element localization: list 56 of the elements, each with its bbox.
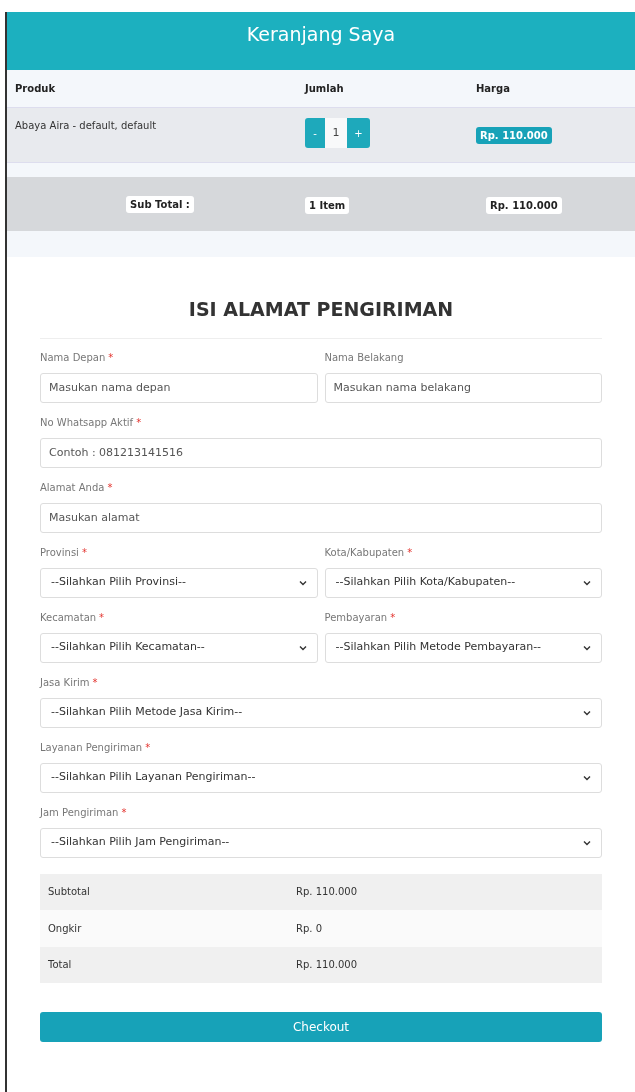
select-field[interactable]: --Silahkan Pilih Metode Jasa Kirim-- [40, 697, 602, 728]
quantity-field[interactable]: 1 [325, 118, 347, 148]
select-field[interactable]: --Silahkan Pilih Provinsi-- [40, 567, 318, 598]
text-field[interactable]: Masukan nama belakang [324, 372, 602, 403]
required-mark: * [92, 676, 98, 690]
required-mark: * [99, 611, 105, 625]
subtotal-amount: Rp. 110.000 [486, 197, 562, 214]
select-field[interactable]: --Silahkan Pilih Jam Pengiriman-- [40, 827, 602, 858]
summary-value: Rp. 0 [296, 921, 322, 936]
select-field[interactable]: --Silahkan Pilih Metode Pembayaran-- [324, 632, 602, 663]
required-mark: * [121, 806, 127, 820]
select-field[interactable]: --Silahkan Pilih Layanan Pengiriman-- [40, 762, 602, 793]
field-label: Jam Pengiriman [40, 806, 119, 820]
chevron-down-icon [583, 774, 591, 781]
summary-label: Ongkir [48, 921, 82, 936]
chevron-down-icon [298, 644, 307, 651]
column-header: Produk [15, 82, 56, 96]
text-field[interactable]: Masukan nama depan [40, 372, 318, 403]
chevron-down-icon [583, 839, 591, 846]
required-mark: * [390, 611, 396, 625]
field-label: Kecamatan [40, 611, 97, 625]
product-name: Abaya Aira - default, default [15, 119, 157, 133]
chevron-down-icon [298, 579, 307, 586]
summary-value: Rp. 110.000 [296, 958, 357, 973]
field-label: Pembayaran [324, 611, 388, 625]
column-header: Harga [476, 82, 510, 96]
column-header: Jumlah [305, 82, 344, 96]
required-mark: * [407, 546, 413, 560]
select-field[interactable]: --Silahkan Pilih Kota/Kabupaten-- [324, 567, 602, 598]
chevron-down-icon [583, 709, 591, 716]
field-label: Provinsi [40, 546, 79, 560]
required-mark: * [136, 416, 142, 430]
summary-label: Total [48, 958, 72, 973]
field-label: No Whatsapp Aktif [40, 416, 134, 430]
required-mark: * [81, 546, 87, 560]
field-label: Nama Depan [40, 351, 106, 365]
field-label: Alamat Anda [40, 481, 105, 495]
price-badge: Rp. 110.000 [476, 127, 552, 144]
text-field[interactable]: Masukan alamat [40, 502, 602, 533]
chevron-down-icon [583, 644, 591, 651]
field-label: Nama Belakang [324, 351, 404, 365]
page-title: Keranjang Saya [246, 22, 396, 47]
select-field[interactable]: --Silahkan Pilih Kecamatan-- [40, 632, 318, 663]
summary-value: Rp. 110.000 [296, 885, 357, 900]
required-mark: * [107, 481, 113, 495]
text-field[interactable]: Contoh : 081213141516 [40, 437, 602, 468]
form-title: ISI ALAMAT PENGIRIMAN [188, 297, 454, 322]
required-mark: * [108, 351, 114, 365]
subtotal-label: Sub Total : [126, 195, 194, 213]
field-label: Kota/Kabupaten [324, 546, 405, 560]
field-label: Layanan Pengiriman [40, 741, 143, 755]
required-mark: * [145, 741, 151, 755]
chevron-down-icon [583, 579, 591, 586]
field-label: Jasa Kirim [40, 676, 90, 690]
item-count-badge: 1 Item [305, 197, 350, 214]
summary-label: Subtotal [48, 885, 90, 900]
